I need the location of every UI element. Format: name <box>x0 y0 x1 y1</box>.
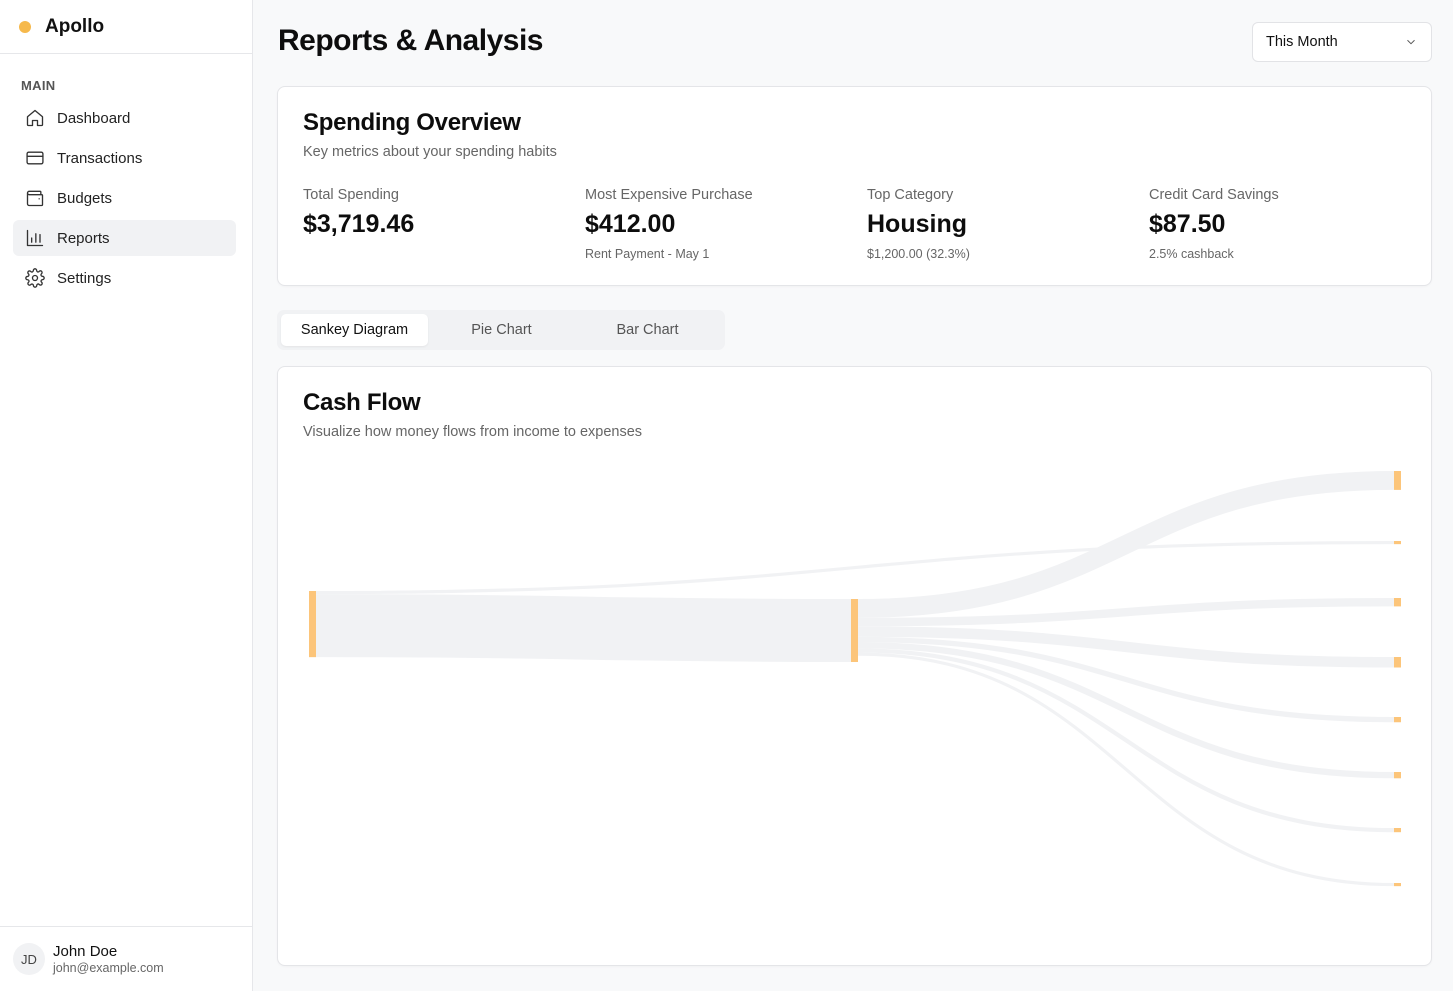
bar-chart-icon <box>25 228 45 248</box>
sidebar-item-label: Settings <box>57 269 112 287</box>
sankey-link <box>315 594 852 662</box>
chart-tabs: Sankey Diagram Pie Chart Bar Chart <box>277 310 725 350</box>
metric-value: $87.50 <box>1149 210 1226 238</box>
user-name: John Doe <box>53 943 118 960</box>
sankey-link <box>315 541 1395 595</box>
page-title: Reports & Analysis <box>278 24 543 57</box>
sankey-node[interactable] <box>851 599 858 662</box>
sankey-node[interactable] <box>1394 883 1401 887</box>
chevron-down-icon <box>1404 35 1418 49</box>
credit-card-icon <box>25 148 45 168</box>
wallet-icon <box>25 188 45 208</box>
metric-label: Most Expensive Purchase <box>585 187 753 203</box>
tab-bar-chart[interactable]: Bar Chart <box>574 314 721 346</box>
sidebar-nav: Dashboard Transactions Budgets Reports S… <box>13 100 236 300</box>
sidebar-item-reports[interactable]: Reports <box>13 220 236 256</box>
cash-flow-card: Cash Flow Visualize how money flows from… <box>277 366 1432 966</box>
user-profile[interactable]: JD John Doe john@example.com <box>0 926 252 991</box>
sankey-node[interactable] <box>1394 471 1401 490</box>
metric-note: 2.5% cashback <box>1149 247 1234 261</box>
metric-note: $1,200.00 (32.3%) <box>867 247 970 261</box>
metric-total-spending: Total Spending $3,719.46 <box>303 187 563 239</box>
sidebar: Apollo MAIN Dashboard Transactions Budge… <box>0 0 253 991</box>
tab-pie-chart[interactable]: Pie Chart <box>428 314 575 346</box>
sidebar-item-label: Budgets <box>57 189 113 207</box>
sankey-links <box>315 471 1395 887</box>
gear-icon <box>25 268 45 288</box>
brand: Apollo <box>0 0 252 54</box>
card-title: Spending Overview <box>303 109 521 136</box>
card-subtitle: Key metrics about your spending habits <box>303 144 557 160</box>
avatar: JD <box>13 943 45 975</box>
metric-top-category: Top Category Housing $1,200.00 (32.3%) <box>867 187 1127 261</box>
sankey-node[interactable] <box>1394 657 1401 668</box>
sidebar-item-dashboard[interactable]: Dashboard <box>13 100 236 136</box>
sankey-node[interactable] <box>1394 717 1401 723</box>
sidebar-item-label: Transactions <box>57 149 143 167</box>
sankey-diagram <box>309 471 1401 887</box>
metric-label: Total Spending <box>303 187 399 203</box>
sidebar-item-settings[interactable]: Settings <box>13 260 236 296</box>
period-select[interactable]: This Month <box>1252 22 1432 62</box>
sidebar-item-label: Reports <box>57 229 110 247</box>
metric-value: $3,719.46 <box>303 210 415 238</box>
sidebar-item-budgets[interactable]: Budgets <box>13 180 236 216</box>
nav-section-label: MAIN <box>21 78 56 93</box>
sankey-node[interactable] <box>309 591 316 658</box>
metric-label: Top Category <box>867 187 954 203</box>
metric-note: Rent Payment - May 1 <box>585 247 710 261</box>
metric-value: $412.00 <box>585 210 676 238</box>
home-icon <box>25 108 45 128</box>
sidebar-item-label: Dashboard <box>57 109 131 127</box>
sankey-node[interactable] <box>1394 598 1401 607</box>
metric-most-expensive-purchase: Most Expensive Purchase $412.00 Rent Pay… <box>585 187 845 261</box>
metric-value: Housing <box>867 210 967 238</box>
sankey-node[interactable] <box>1394 772 1401 779</box>
spending-overview-card: Spending Overview Key metrics about your… <box>277 86 1432 286</box>
sankey-node[interactable] <box>1394 828 1401 833</box>
tab-sankey-diagram[interactable]: Sankey Diagram <box>281 314 428 346</box>
metric-label: Credit Card Savings <box>1149 187 1279 203</box>
logo-dot-icon <box>19 20 31 33</box>
sidebar-item-transactions[interactable]: Transactions <box>13 140 236 176</box>
period-select-value: This Month <box>1266 34 1338 50</box>
metric-credit-card-savings: Credit Card Savings $87.50 2.5% cashback <box>1149 187 1409 261</box>
app-name: Apollo <box>45 15 105 37</box>
sankey-node[interactable] <box>1394 541 1401 545</box>
user-email: john@example.com <box>53 961 164 975</box>
